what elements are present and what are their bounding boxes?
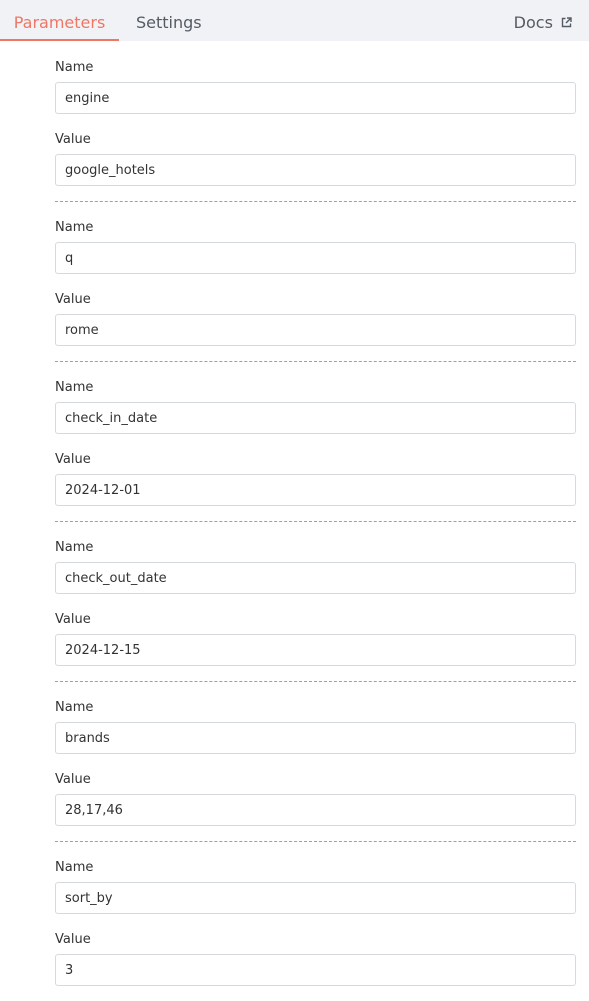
value-label: Value [55, 292, 91, 307]
docs-label: Docs [513, 13, 553, 32]
value-label: Value [55, 932, 91, 947]
value-label: Value [55, 772, 91, 787]
param-name-input[interactable] [55, 722, 576, 754]
parameters-list: Name Value Name Value Name Value Name [55, 59, 576, 1001]
tab-parameters[interactable]: Parameters [0, 0, 119, 41]
param-value-input[interactable] [55, 314, 576, 346]
name-label: Name [55, 540, 94, 555]
param-name-input[interactable] [55, 82, 576, 114]
param-value-input[interactable] [55, 954, 576, 986]
param-group: Name Value [55, 521, 576, 666]
value-label: Value [55, 132, 91, 147]
param-value-input[interactable] [55, 634, 576, 666]
param-group: Name Value [55, 59, 576, 186]
param-name-input[interactable] [55, 882, 576, 914]
param-group: Name Value [55, 841, 576, 986]
param-value-input[interactable] [55, 474, 576, 506]
name-label: Name [55, 220, 94, 235]
name-label: Name [55, 380, 94, 395]
tab-settings[interactable]: Settings [136, 0, 202, 41]
param-name-input[interactable] [55, 242, 576, 274]
param-name-input[interactable] [55, 562, 576, 594]
name-label: Name [55, 860, 94, 875]
external-link-icon [561, 0, 572, 45]
docs-link[interactable]: Docs [514, 0, 572, 41]
tab-bar: Parameters Settings Docs [0, 0, 589, 41]
param-value-input[interactable] [55, 794, 576, 826]
param-group: Name Value [55, 361, 576, 506]
name-label: Name [55, 700, 94, 715]
param-value-input[interactable] [55, 154, 576, 186]
value-label: Value [55, 612, 91, 627]
value-label: Value [55, 452, 91, 467]
param-name-input[interactable] [55, 402, 576, 434]
name-label: Name [55, 60, 94, 75]
param-group: Name Value [55, 201, 576, 346]
param-group: Name Value [55, 681, 576, 826]
